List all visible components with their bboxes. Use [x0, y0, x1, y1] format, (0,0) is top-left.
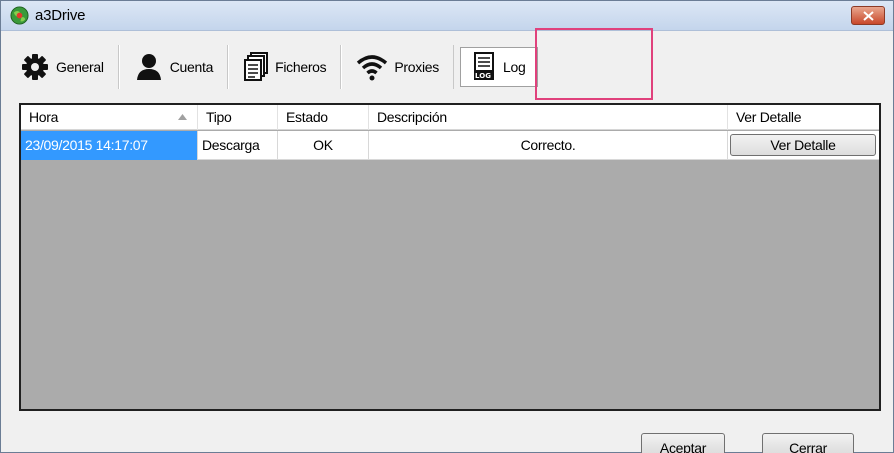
svg-text:LOG: LOG — [475, 72, 491, 80]
log-icon: LOG — [473, 52, 494, 80]
user-icon — [136, 54, 161, 80]
tab-cuenta[interactable]: Cuenta — [118, 45, 229, 89]
title-bar[interactable]: a3Drive — [1, 1, 893, 31]
log-grid[interactable]: Hora Tipo Estado Descripción Ver Detalle — [19, 103, 881, 411]
tab-proxies[interactable]: Proxies — [341, 45, 454, 89]
cell-hora[interactable]: 23/09/2015 14:17:07 — [21, 131, 198, 160]
gear-icon — [22, 54, 48, 80]
tab-bar: General Cuenta Ficheros Proxies LOG Log — [11, 45, 539, 89]
wifi-icon — [357, 55, 388, 81]
column-header-estado[interactable]: Estado — [278, 105, 369, 130]
column-header-tipo-label: Tipo — [206, 109, 232, 125]
column-header-hora[interactable]: Hora — [21, 105, 198, 130]
cerrar-button[interactable]: Cerrar — [762, 433, 854, 453]
tab-ficheros[interactable]: Ficheros — [228, 45, 342, 89]
aceptar-button-label: Aceptar — [659, 440, 707, 453]
column-header-ver-detalle[interactable]: Ver Detalle — [728, 105, 879, 130]
documents-icon — [244, 52, 269, 81]
column-header-descripcion-label: Descripción — [377, 109, 447, 125]
window-title: a3Drive — [35, 7, 86, 24]
aceptar-button[interactable]: Aceptar — [641, 433, 725, 453]
tab-cuenta-label: Cuenta — [169, 59, 214, 75]
tab-general-label: General — [56, 59, 104, 75]
column-header-ver-detalle-label: Ver Detalle — [736, 109, 802, 125]
tab-ficheros-label: Ficheros — [275, 59, 327, 75]
cell-tipo[interactable]: Descarga — [198, 131, 278, 160]
column-header-hora-label: Hora — [29, 109, 59, 125]
close-icon — [863, 11, 874, 21]
cerrar-button-label: Cerrar — [789, 440, 827, 453]
close-button[interactable] — [851, 6, 885, 25]
tab-log-label: Log — [502, 59, 526, 75]
table-row[interactable]: 23/09/2015 14:17:07 Descarga OK Correcto… — [21, 131, 879, 160]
tab-proxies-label: Proxies — [394, 59, 439, 75]
globe-app-icon — [10, 6, 29, 25]
grid-header: Hora Tipo Estado Descripción Ver Detalle — [21, 105, 879, 130]
column-header-tipo[interactable]: Tipo — [198, 105, 278, 130]
cell-estado[interactable]: OK — [278, 131, 369, 160]
dialog-body: General Cuenta Ficheros Proxies LOG Log … — [1, 32, 893, 453]
sort-ascending-icon — [178, 114, 187, 120]
cell-descripcion[interactable]: Correcto. — [369, 131, 728, 160]
column-header-descripcion[interactable]: Descripción — [369, 105, 728, 130]
app-window: a3Drive General Cuenta Ficheros Proxies … — [0, 0, 894, 453]
tab-general[interactable]: General — [11, 45, 119, 89]
ver-detalle-button[interactable]: Ver Detalle — [730, 134, 876, 156]
cell-ver-detalle: Ver Detalle — [728, 131, 879, 160]
tab-log[interactable]: LOG Log — [459, 47, 539, 87]
column-header-estado-label: Estado — [286, 109, 328, 125]
